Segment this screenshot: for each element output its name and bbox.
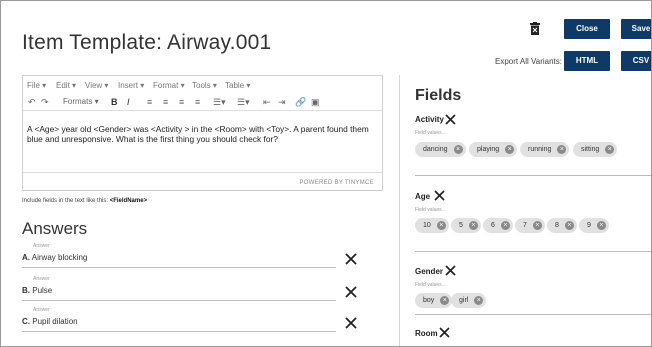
editor-statusbar: POWERED BY TINYMCE bbox=[23, 172, 382, 190]
italic-icon[interactable]: I bbox=[127, 97, 130, 107]
fields-title: Fields bbox=[415, 87, 462, 104]
align-right-icon[interactable]: ≡ bbox=[179, 97, 184, 107]
answer-label: Answer bbox=[33, 243, 50, 249]
page-title: Item Template: Airway.001 bbox=[22, 31, 272, 54]
trash-icon[interactable] bbox=[530, 22, 540, 35]
save-button[interactable]: Save bbox=[621, 19, 651, 39]
editor-menubar: File ▾ Edit ▾ View ▾ Insert ▾ Format ▾ T… bbox=[23, 76, 382, 93]
field-values-label: Field values... bbox=[415, 130, 446, 136]
remove-answer-c-icon[interactable] bbox=[345, 317, 357, 329]
remove-answer-b-icon[interactable] bbox=[345, 286, 357, 298]
chip-activity-playing[interactable]: playing × bbox=[469, 142, 518, 157]
answers-title: Answers bbox=[22, 219, 88, 238]
chip-remove-icon[interactable]: × bbox=[440, 296, 450, 305]
chip-age-8[interactable]: 8 × bbox=[547, 218, 577, 233]
editor-content[interactable]: A <Age> year old <Gender> was <Activity … bbox=[27, 124, 372, 144]
field-name-room: Room bbox=[415, 329, 438, 338]
answer-field-c[interactable]: Answer C. Pupil dilation bbox=[22, 307, 336, 332]
outdent-icon[interactable]: ⇤ bbox=[263, 97, 271, 108]
chip-age-9[interactable]: 9 × bbox=[579, 218, 609, 233]
item-template-window: Item Template: Airway.001 Close Save Exp… bbox=[0, 0, 652, 347]
numbered-list-icon[interactable]: ☰▾ bbox=[237, 97, 250, 108]
chip-remove-icon[interactable]: × bbox=[596, 221, 606, 230]
indent-icon[interactable]: ⇥ bbox=[278, 97, 286, 108]
menu-edit[interactable]: Edit ▾ bbox=[56, 81, 76, 90]
image-icon[interactable]: ▣ bbox=[311, 97, 320, 108]
field-name-gender: Gender bbox=[415, 267, 444, 276]
chip-remove-icon[interactable]: × bbox=[564, 221, 574, 230]
export-variants-label: Export All Variants: bbox=[495, 57, 562, 66]
answer-label: Answer bbox=[33, 307, 50, 313]
chip-activity-sitting[interactable]: sitting × bbox=[573, 142, 618, 157]
field-name-activity: Activity bbox=[415, 115, 444, 124]
remove-field-age-icon[interactable] bbox=[434, 190, 445, 201]
answer-field-b[interactable]: Answer B. Pulse bbox=[22, 276, 336, 301]
menu-tools[interactable]: Tools ▾ bbox=[192, 81, 217, 90]
chip-activity-running[interactable]: running × bbox=[520, 142, 570, 157]
field-values-label: Field values... bbox=[415, 282, 446, 288]
chip-remove-icon[interactable]: × bbox=[468, 221, 478, 230]
answer-label: Answer bbox=[33, 276, 50, 282]
link-icon[interactable]: 🔗 bbox=[295, 97, 306, 108]
answer-value[interactable]: C. Pupil dilation bbox=[22, 317, 78, 326]
chip-remove-icon[interactable]: × bbox=[532, 221, 542, 230]
chip-gender-boy[interactable]: boy × bbox=[415, 293, 453, 308]
field-hint-example: <FieldName> bbox=[109, 198, 148, 204]
align-left-icon[interactable]: ≡ bbox=[147, 97, 152, 107]
formats-dropdown[interactable]: Formats ▾ bbox=[63, 97, 99, 106]
chip-remove-icon[interactable]: × bbox=[453, 145, 463, 154]
chip-age-5[interactable]: 5 × bbox=[451, 218, 481, 233]
chip-remove-icon[interactable]: × bbox=[500, 221, 510, 230]
menu-table[interactable]: Table ▾ bbox=[225, 81, 250, 90]
field-divider bbox=[415, 251, 651, 252]
field-divider bbox=[415, 314, 651, 315]
answer-value[interactable]: B. Pulse bbox=[22, 286, 52, 295]
answer-field-a[interactable]: Answer A. Airway blocking bbox=[22, 243, 336, 268]
field-name-age: Age bbox=[415, 192, 431, 201]
align-justify-icon[interactable]: ≡ bbox=[195, 97, 200, 107]
menu-view[interactable]: View ▾ bbox=[85, 81, 108, 90]
panel-divider bbox=[399, 75, 400, 346]
menu-insert[interactable]: Insert ▾ bbox=[118, 81, 144, 90]
answer-value[interactable]: A. Airway blocking bbox=[22, 253, 87, 262]
remove-field-gender-icon[interactable] bbox=[445, 265, 456, 276]
powered-by-label: POWERED BY TINYMCE bbox=[299, 180, 374, 186]
bold-icon[interactable]: B bbox=[111, 97, 118, 107]
chip-remove-icon[interactable]: × bbox=[436, 221, 446, 230]
redo-icon[interactable]: ↷ bbox=[41, 97, 49, 108]
chip-remove-icon[interactable]: × bbox=[474, 296, 484, 305]
field-values-label: Field values... bbox=[415, 207, 446, 213]
menu-file[interactable]: File ▾ bbox=[27, 81, 46, 90]
chip-remove-icon[interactable]: × bbox=[505, 145, 515, 154]
chip-age-6[interactable]: 6 × bbox=[483, 218, 513, 233]
close-button[interactable]: Close bbox=[564, 19, 610, 39]
menu-format[interactable]: Format ▾ bbox=[153, 81, 185, 90]
chip-activity-dancing[interactable]: dancing × bbox=[415, 142, 466, 157]
chip-remove-icon[interactable]: × bbox=[557, 145, 567, 154]
chip-gender-girl[interactable]: girl × bbox=[451, 293, 487, 308]
export-html-button[interactable]: HTML bbox=[564, 51, 610, 71]
field-divider bbox=[415, 175, 651, 176]
undo-icon[interactable]: ↶ bbox=[28, 97, 36, 108]
chip-age-7[interactable]: 7 × bbox=[515, 218, 545, 233]
remove-field-activity-icon[interactable] bbox=[445, 114, 456, 125]
rich-text-editor[interactable]: File ▾ Edit ▾ View ▾ Insert ▾ Format ▾ T… bbox=[22, 75, 383, 191]
export-csv-button[interactable]: CSV bbox=[621, 51, 651, 71]
field-hint: Include fields in the text like this: <F… bbox=[22, 198, 148, 204]
remove-answer-a-icon[interactable] bbox=[345, 253, 357, 265]
editor-toolbar: ↶ ↷ Formats ▾ B I ≡ ≡ ≡ ≡ ☰▾ ☰▾ ⇤ ⇥ 🔗 ▣ bbox=[23, 94, 382, 111]
chip-remove-icon[interactable]: × bbox=[605, 145, 615, 154]
bullet-list-icon[interactable]: ☰▾ bbox=[213, 97, 226, 108]
align-center-icon[interactable]: ≡ bbox=[163, 97, 168, 107]
chip-age-10[interactable]: 10 × bbox=[415, 218, 449, 233]
remove-field-room-icon[interactable] bbox=[439, 327, 450, 338]
